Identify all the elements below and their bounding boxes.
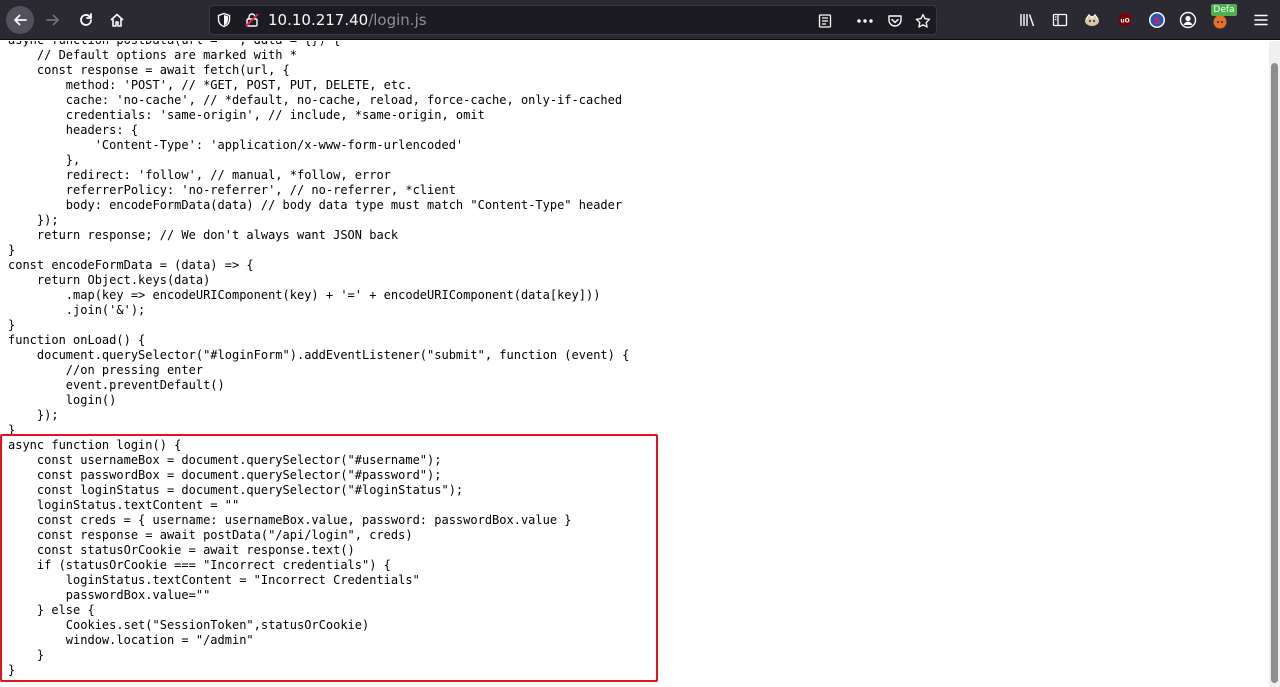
account-icon[interactable] [1178,10,1198,30]
code-line: } [8,318,16,332]
code-line: } else { [8,603,95,617]
url-host: 10.10.217.40 [268,11,369,29]
code-line: } [8,663,16,677]
forward-button[interactable] [39,6,67,34]
svg-text:S: S [1153,16,1160,27]
home-button[interactable] [103,6,131,34]
code-line: headers: { [8,123,139,137]
code-line: referrerPolicy: 'no-referrer', // no-ref… [8,183,456,197]
code-line: window.location = "/admin" [8,633,254,647]
code-line: }); [8,408,59,422]
code-line: async function postData(url = '', data =… [8,41,629,48]
scrollbar-thumb[interactable] [1271,63,1278,683]
code-line: 'Content-Type': 'application/x-www-form-… [8,138,464,152]
reader-view-icon[interactable] [816,12,834,30]
code-line: if (statusOrCookie === "Incorrect creden… [8,558,391,572]
code-line: document.querySelector("#loginForm").add… [8,348,630,362]
code-line: const response = await postData("/api/lo… [8,528,413,542]
shield-icon[interactable] [216,12,232,32]
code-line: const response = await fetch(url, { [8,63,290,77]
library-icon[interactable] [1018,10,1038,30]
code-line: return Object.keys(data) [8,273,211,287]
code-line: const creds = { username: usernameBox.va… [8,513,572,527]
code-line: const loginStatus = document.querySelect… [8,483,464,497]
url-bar[interactable]: 10.10.217.40/login.js [209,5,937,35]
code-line: // Default options are marked with * [8,48,297,62]
extension-s-icon[interactable]: S [1147,10,1167,30]
code-line: redirect: 'follow', // manual, *follow, … [8,168,391,182]
url-text[interactable]: 10.10.217.40/login.js [268,11,427,29]
code-line: } [8,423,16,437]
extension-icon[interactable] [1082,10,1102,30]
reload-button[interactable] [72,6,100,34]
back-arrow-icon [14,14,27,26]
code-line: }); [8,213,59,227]
code-line: const encodeFormData = (data) => { [8,258,254,272]
star-icon[interactable] [914,12,932,30]
code-line: return response; // We don't always want… [8,228,399,242]
code-line: const statusOrCookie = await response.te… [8,543,355,557]
vertical-scrollbar[interactable] [1269,41,1280,687]
code-line: function onLoad() { [8,333,146,347]
code-line: body: encodeFormData(data) // body data … [8,198,623,212]
code-line: Cookies.set("SessionToken",statusOrCooki… [8,618,370,632]
url-path: /login.js [368,11,427,29]
extension-badge: Defa [1211,4,1237,16]
code-line: loginStatus.textContent = "Incorrect Cre… [8,573,420,587]
code-line: event.preventDefault() [8,378,225,392]
code-line: const passwordBox = document.querySelect… [8,468,442,482]
ublock-icon[interactable]: uO [1115,10,1135,30]
code-line: credentials: 'same-origin', // include, … [8,108,485,122]
hamburger-menu-icon[interactable] [1251,10,1271,30]
more-icon[interactable] [856,12,874,30]
code-line: const usernameBox = document.querySelect… [8,453,442,467]
code-line: .join('&'); [8,303,146,317]
code-line: cache: 'no-cache', // *default, no-cache… [8,93,623,107]
code-line: method: 'POST', // *GET, POST, PUT, DELE… [8,78,413,92]
source-code: async function postData(url = '', data =… [8,41,629,678]
code-line: //on pressing enter [8,363,204,377]
code-line: } [8,648,45,662]
code-line: }, [8,153,81,167]
code-line: } [8,243,16,257]
code-line: loginStatus.textContent = "" [8,498,240,512]
forward-arrow-icon [46,14,59,26]
svg-text:uO: uO [1120,18,1129,25]
browser-toolbar: 10.10.217.40/login.js uO S Defa [0,0,1280,40]
back-button[interactable] [6,6,34,34]
home-icon [110,13,124,27]
insecure-lock-icon[interactable] [244,12,260,32]
pocket-icon[interactable] [886,12,904,30]
code-line: login() [8,393,117,407]
sidebar-icon[interactable] [1050,10,1070,30]
code-line: .map(key => encodeURIComponent(key) + '=… [8,288,601,302]
page-content: async function postData(url = '', data =… [0,41,1269,687]
code-line: passwordBox.value="" [8,588,211,602]
code-line: async function login() { [8,438,182,452]
reload-icon [80,13,92,26]
